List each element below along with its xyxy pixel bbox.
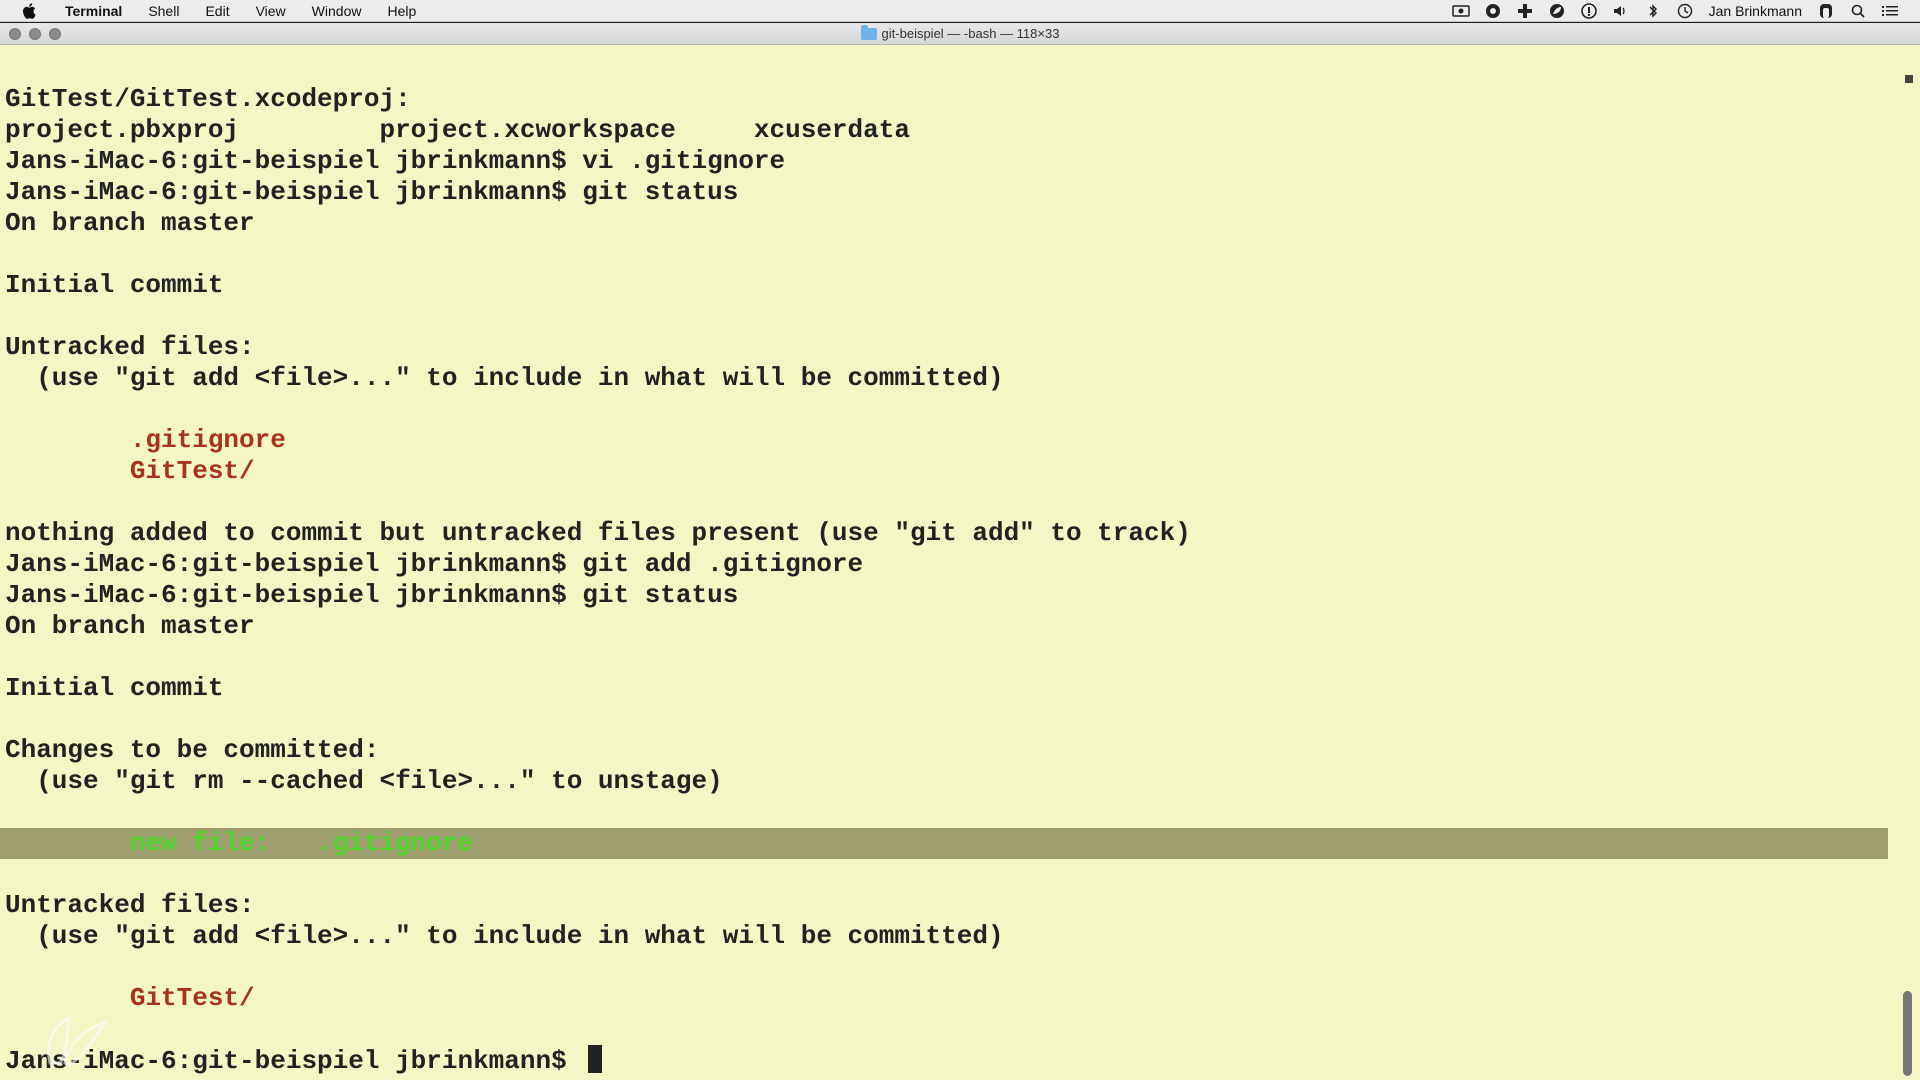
terminal-line: On branch master bbox=[5, 611, 255, 641]
terminal-line: (use "git add <file>..." to include in w… bbox=[5, 921, 1004, 951]
terminal-line: Untracked files: bbox=[5, 332, 255, 362]
watermark-logo-icon bbox=[40, 1003, 120, 1073]
window-titlebar[interactable]: git-beispiel — -bash — 118×33 bbox=[0, 23, 1920, 45]
terminal-line: (use "git add <file>..." to include in w… bbox=[5, 363, 1004, 393]
terminal-line: Jans-iMac-6:git-beispiel jbrinkmann$ git… bbox=[5, 580, 739, 610]
vertical-scrollbar[interactable] bbox=[1895, 46, 1920, 1080]
folder-icon bbox=[860, 24, 877, 40]
terminal-line: Initial commit bbox=[5, 270, 224, 300]
terminal-line: nothing added to commit but untracked fi… bbox=[5, 518, 1191, 548]
terminal-line: project.pbxproj project.xcworkspace xcus… bbox=[5, 115, 910, 145]
user-name[interactable]: Jan Brinkmann bbox=[1709, 3, 1802, 19]
info-icon[interactable] bbox=[1580, 2, 1598, 19]
terminal-line: Initial commit bbox=[5, 673, 224, 703]
volume-icon[interactable] bbox=[1612, 3, 1630, 19]
status-area: Jan Brinkmann bbox=[1445, 3, 1920, 19]
time-machine-icon[interactable] bbox=[1676, 3, 1694, 19]
menu-help[interactable]: Help bbox=[374, 0, 429, 22]
screen-record-icon[interactable] bbox=[1451, 3, 1470, 19]
terminal-line: .gitignore bbox=[5, 425, 286, 455]
list-icon[interactable] bbox=[1881, 3, 1899, 19]
window-title-text: git-beispiel — -bash — 118×33 bbox=[881, 25, 1060, 41]
search-icon[interactable] bbox=[1849, 3, 1867, 19]
terminal-line: On branch master bbox=[5, 208, 255, 238]
terminal-line-selected: new file: .gitignore bbox=[0, 828, 1888, 859]
menu-window[interactable]: Window bbox=[299, 0, 375, 22]
apple-icon[interactable] bbox=[18, 2, 40, 19]
terminal-line: Jans-iMac-6:git-beispiel jbrinkmann$ git… bbox=[5, 177, 739, 207]
user-icon[interactable] bbox=[1817, 3, 1835, 19]
terminal-line: Jans-iMac-6:git-beispiel jbrinkmann$ git… bbox=[5, 549, 864, 579]
leaf-icon[interactable] bbox=[1548, 3, 1566, 19]
terminal-line: Jans-iMac-6:git-beispiel jbrinkmann$ vi … bbox=[5, 146, 786, 176]
text-cursor bbox=[588, 1045, 603, 1073]
menu-edit[interactable]: Edit bbox=[192, 0, 242, 22]
terminal-line: GitTest/ bbox=[5, 456, 255, 486]
terminal-window: git-beispiel — -bash — 118×33 GitTest/Gi… bbox=[0, 23, 1920, 1080]
menu-view[interactable]: View bbox=[243, 0, 299, 22]
window-title: git-beispiel — -bash — 118×33 bbox=[0, 23, 1920, 45]
terminal-line: GitTest/ bbox=[5, 983, 255, 1013]
scrollbar-thumb[interactable] bbox=[1903, 991, 1912, 1076]
terminal-output[interactable]: GitTest/GitTest.xcodeproj: project.pbxpro… bbox=[0, 46, 1895, 1080]
scroll-indicator-icon bbox=[1904, 71, 1914, 83]
menu-bar: Terminal Shell Edit View Window Help Jan… bbox=[0, 0, 1920, 22]
terminal-line: GitTest/GitTest.xcodeproj: bbox=[5, 84, 411, 114]
terminal-line: (use "git rm --cached <file>..." to unst… bbox=[5, 766, 723, 796]
terminal-line: Changes to be committed: bbox=[5, 735, 380, 765]
terminal-prompt-line: Jans-iMac-6:git-beispiel jbrinkmann$ bbox=[5, 1045, 1895, 1076]
app-icon[interactable] bbox=[1484, 3, 1502, 19]
menu-app-terminal[interactable]: Terminal bbox=[52, 0, 135, 22]
terminal-line: Untracked files: bbox=[5, 890, 255, 920]
plus-icon[interactable] bbox=[1516, 3, 1534, 19]
menu-shell[interactable]: Shell bbox=[135, 0, 192, 22]
bluetooth-icon[interactable] bbox=[1644, 3, 1662, 19]
